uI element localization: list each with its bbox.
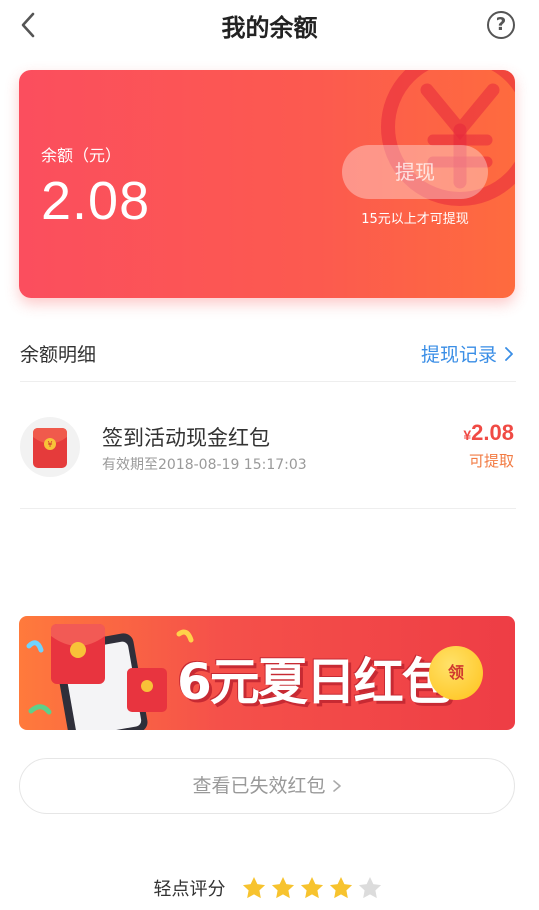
- item-amount: ¥2.08: [463, 420, 514, 446]
- chevron-right-icon: [505, 347, 513, 361]
- divider: [20, 508, 516, 509]
- star-icon[interactable]: [270, 875, 296, 901]
- promo-banner[interactable]: 6元夏日红包 领: [19, 616, 515, 730]
- item-expiry: 有效期至2018-08-19 15:17:03: [102, 457, 307, 473]
- item-status: 可提取: [468, 452, 514, 470]
- item-avatar: ¥: [20, 417, 80, 477]
- withdraw-tip: 15元以上才可提现: [361, 212, 469, 227]
- phone-envelope-illustration: [26, 624, 194, 730]
- section-title: 余额明细: [20, 344, 97, 366]
- balance-amount: 2.08: [41, 171, 151, 231]
- balance-label: 余额（元）: [41, 146, 122, 165]
- view-expired-label: 查看已失效红包: [192, 775, 326, 797]
- star-icon[interactable]: [357, 875, 383, 901]
- svg-text:¥: ¥: [47, 440, 52, 449]
- item-amount-value: 2.08: [471, 420, 514, 445]
- promo-title: 6元夏日红包: [177, 653, 452, 711]
- red-envelope-icon: ¥: [33, 428, 67, 468]
- claim-button[interactable]: 领: [429, 646, 483, 700]
- balance-card: 余额（元） 2.08 提现 15元以上才可提现: [19, 70, 515, 298]
- list-item[interactable]: ¥ 签到活动现金红包 有效期至2018-08-19 15:17:03 ¥2.08…: [0, 382, 539, 508]
- withdraw-record-label: 提现记录: [420, 344, 497, 366]
- question-circle-icon: ?: [495, 14, 507, 35]
- star-icon[interactable]: [299, 875, 325, 901]
- withdraw-button[interactable]: 提现: [342, 145, 488, 199]
- currency-symbol: ¥: [463, 427, 472, 443]
- star-icon[interactable]: [328, 875, 354, 901]
- page-title: 我的余额: [221, 14, 318, 42]
- header: 我的余额 ?: [0, 0, 539, 52]
- rating-row: 轻点评分: [0, 875, 539, 901]
- star-rating[interactable]: [241, 876, 386, 899]
- star-icon[interactable]: [241, 875, 267, 901]
- rating-label: 轻点评分: [153, 879, 226, 900]
- withdraw-record-link[interactable]: 提现记录: [421, 340, 515, 367]
- help-button[interactable]: ?: [487, 11, 515, 39]
- chevron-right-icon: [332, 780, 341, 792]
- item-title: 签到活动现金红包: [102, 426, 270, 450]
- view-expired-button[interactable]: 查看已失效红包: [19, 758, 515, 814]
